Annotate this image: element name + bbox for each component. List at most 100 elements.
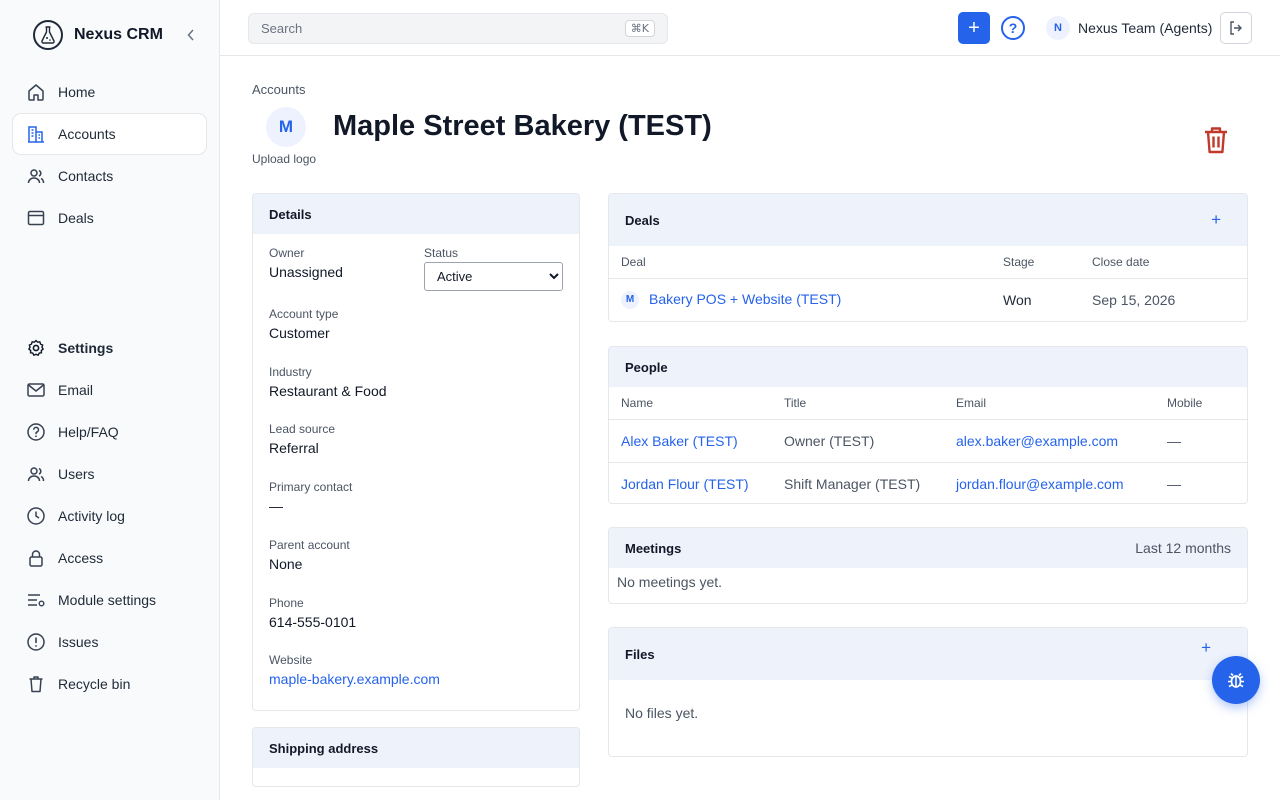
- settings-icon: [26, 338, 46, 358]
- nav-item-issues[interactable]: Issues: [13, 622, 206, 662]
- deals-table: Deal Stage Close date M Bakery POS + Webs…: [609, 246, 1247, 321]
- sliders-icon: [26, 590, 46, 610]
- topbar: ⌘K + ? N Nexus Team (Agents): [220, 0, 1280, 56]
- brand[interactable]: Nexus CRM: [33, 20, 163, 50]
- field-label: Primary contact: [269, 480, 353, 494]
- nav-item-settings[interactable]: Settings: [13, 328, 206, 368]
- search-bar[interactable]: ⌘K: [248, 13, 668, 44]
- owner-value[interactable]: Unassigned: [269, 264, 343, 280]
- primary-nav: Home Accounts Contacts Deals: [13, 72, 206, 240]
- field-label: Lead source: [269, 422, 336, 436]
- sidebar: Nexus CRM Home Accounts Contacts Deals S…: [0, 0, 220, 800]
- main-content: Accounts M Upload logo Maple Street Bake…: [220, 56, 1280, 800]
- person-email-link[interactable]: alex.baker@example.com: [944, 419, 1155, 463]
- nav-item-label: Settings: [58, 340, 114, 356]
- nav-item-home[interactable]: Home: [13, 72, 206, 112]
- user-menu[interactable]: N Nexus Team (Agents): [1046, 16, 1212, 40]
- upload-logo-link[interactable]: Upload logo: [252, 152, 316, 166]
- people-panel: People Name Title Email Mobile Alex Bake…: [608, 346, 1248, 504]
- primary-contact-value[interactable]: —: [269, 498, 352, 514]
- industry-value[interactable]: Restaurant & Food: [269, 383, 387, 399]
- files-panel: Files + No files yet.: [608, 627, 1248, 757]
- deals-heading: Deals: [625, 212, 660, 228]
- column-header[interactable]: Title: [772, 387, 944, 420]
- field-label: Industry: [269, 365, 312, 379]
- parent-account-value[interactable]: None: [269, 556, 350, 572]
- breadcrumb[interactable]: Accounts: [252, 82, 305, 97]
- field-label: Parent account: [269, 538, 350, 552]
- column-header[interactable]: Email: [944, 387, 1155, 420]
- add-deal-button[interactable]: +: [1211, 210, 1221, 230]
- nav-item-module-settings[interactable]: Module settings: [13, 580, 206, 620]
- industry-field: Industry Restaurant & Food: [269, 365, 387, 399]
- field-label: Website: [269, 653, 313, 667]
- column-header[interactable]: Stage: [991, 246, 1080, 279]
- column-header[interactable]: Close date: [1080, 246, 1247, 279]
- person-mobile-cell: —: [1167, 475, 1181, 492]
- quick-add-button[interactable]: +: [958, 12, 990, 44]
- people-heading: People: [609, 347, 1247, 387]
- user-name: Nexus Team (Agents): [1078, 20, 1213, 36]
- people-table: Name Title Email Mobile Alex Baker (TEST…: [609, 387, 1247, 503]
- column-header[interactable]: Name: [609, 387, 772, 420]
- nav-item-label: Access: [58, 550, 104, 566]
- bug-report-button[interactable]: [1212, 656, 1260, 704]
- nav-item-help-faq[interactable]: Help/FAQ: [13, 412, 206, 452]
- nav-item-access[interactable]: Access: [13, 538, 206, 578]
- column-header[interactable]: Deal: [609, 246, 991, 279]
- account-logo[interactable]: M: [266, 107, 306, 147]
- avatar: M: [621, 290, 639, 309]
- deals-panel: Deals + Deal Stage Close date M Bakery PO…: [608, 193, 1248, 322]
- clock-icon: [26, 506, 46, 526]
- meetings-empty-text: No meetings yet.: [617, 574, 723, 590]
- person-name-link[interactable]: Alex Baker (TEST): [609, 419, 772, 463]
- column-header[interactable]: Mobile: [1155, 387, 1247, 420]
- files-heading: Files: [625, 646, 655, 662]
- files-empty-text: No files yet.: [625, 705, 699, 721]
- nav-item-contacts[interactable]: Contacts: [13, 156, 206, 196]
- nav-item-users[interactable]: Users: [13, 454, 206, 494]
- phone-value[interactable]: 614-555-0101: [269, 614, 356, 630]
- nav-item-label: Home: [58, 84, 96, 100]
- website-link[interactable]: maple-bakery.example.com: [269, 671, 440, 687]
- person-mobile-cell: —: [1155, 419, 1247, 463]
- account-type-value[interactable]: Customer: [269, 325, 338, 341]
- search-input[interactable]: [261, 21, 625, 36]
- meetings-panel: Meetings Last 12 months No meetings yet.: [608, 527, 1248, 604]
- details-heading: Details: [253, 194, 579, 234]
- meetings-heading: Meetings: [625, 540, 682, 556]
- nav-item-label: Accounts: [58, 126, 116, 142]
- bug-icon: [1228, 672, 1244, 688]
- lead-source-value[interactable]: Referral: [269, 440, 335, 456]
- building-icon: [26, 124, 46, 144]
- nav-item-activity-log[interactable]: Activity log: [13, 496, 206, 536]
- trash-icon: [1205, 127, 1227, 154]
- trash-icon: [26, 674, 46, 694]
- parent-account-field: Parent account None: [269, 538, 350, 572]
- delete-account-button[interactable]: [1200, 124, 1232, 156]
- field-label: Phone: [269, 596, 304, 610]
- add-file-button[interactable]: +: [1201, 638, 1211, 658]
- nav-item-label: Email: [58, 382, 94, 398]
- nav-item-email[interactable]: Email: [13, 370, 206, 410]
- nav-item-label: Users: [58, 466, 95, 482]
- flask-logo-icon: [33, 20, 63, 50]
- person-name-link[interactable]: Jordan Flour (TEST): [609, 462, 772, 503]
- nav-item-recycle-bin[interactable]: Recycle bin: [13, 664, 206, 704]
- owner-field: Owner Unassigned: [269, 246, 343, 280]
- nav-item-label: Module settings: [58, 592, 157, 608]
- lead-source-field: Lead source Referral: [269, 422, 335, 456]
- status-select[interactable]: Active: [424, 262, 563, 291]
- meetings-range: Last 12 months: [1135, 540, 1231, 556]
- chevron-left-icon: [187, 29, 194, 41]
- person-email-link[interactable]: jordan.flour@example.com: [944, 462, 1155, 503]
- stage-cell: Won: [1003, 291, 1032, 308]
- avatar: N: [1046, 16, 1070, 40]
- help-button[interactable]: ?: [1001, 16, 1025, 40]
- deal-link[interactable]: Bakery POS + Website (TEST): [649, 291, 841, 307]
- nav-item-accounts[interactable]: Accounts: [13, 114, 206, 154]
- nav-item-deals[interactable]: Deals: [13, 198, 206, 238]
- logout-button[interactable]: [1220, 12, 1252, 44]
- app-name: Nexus CRM: [74, 26, 163, 43]
- collapse-sidebar-button[interactable]: [182, 25, 200, 45]
